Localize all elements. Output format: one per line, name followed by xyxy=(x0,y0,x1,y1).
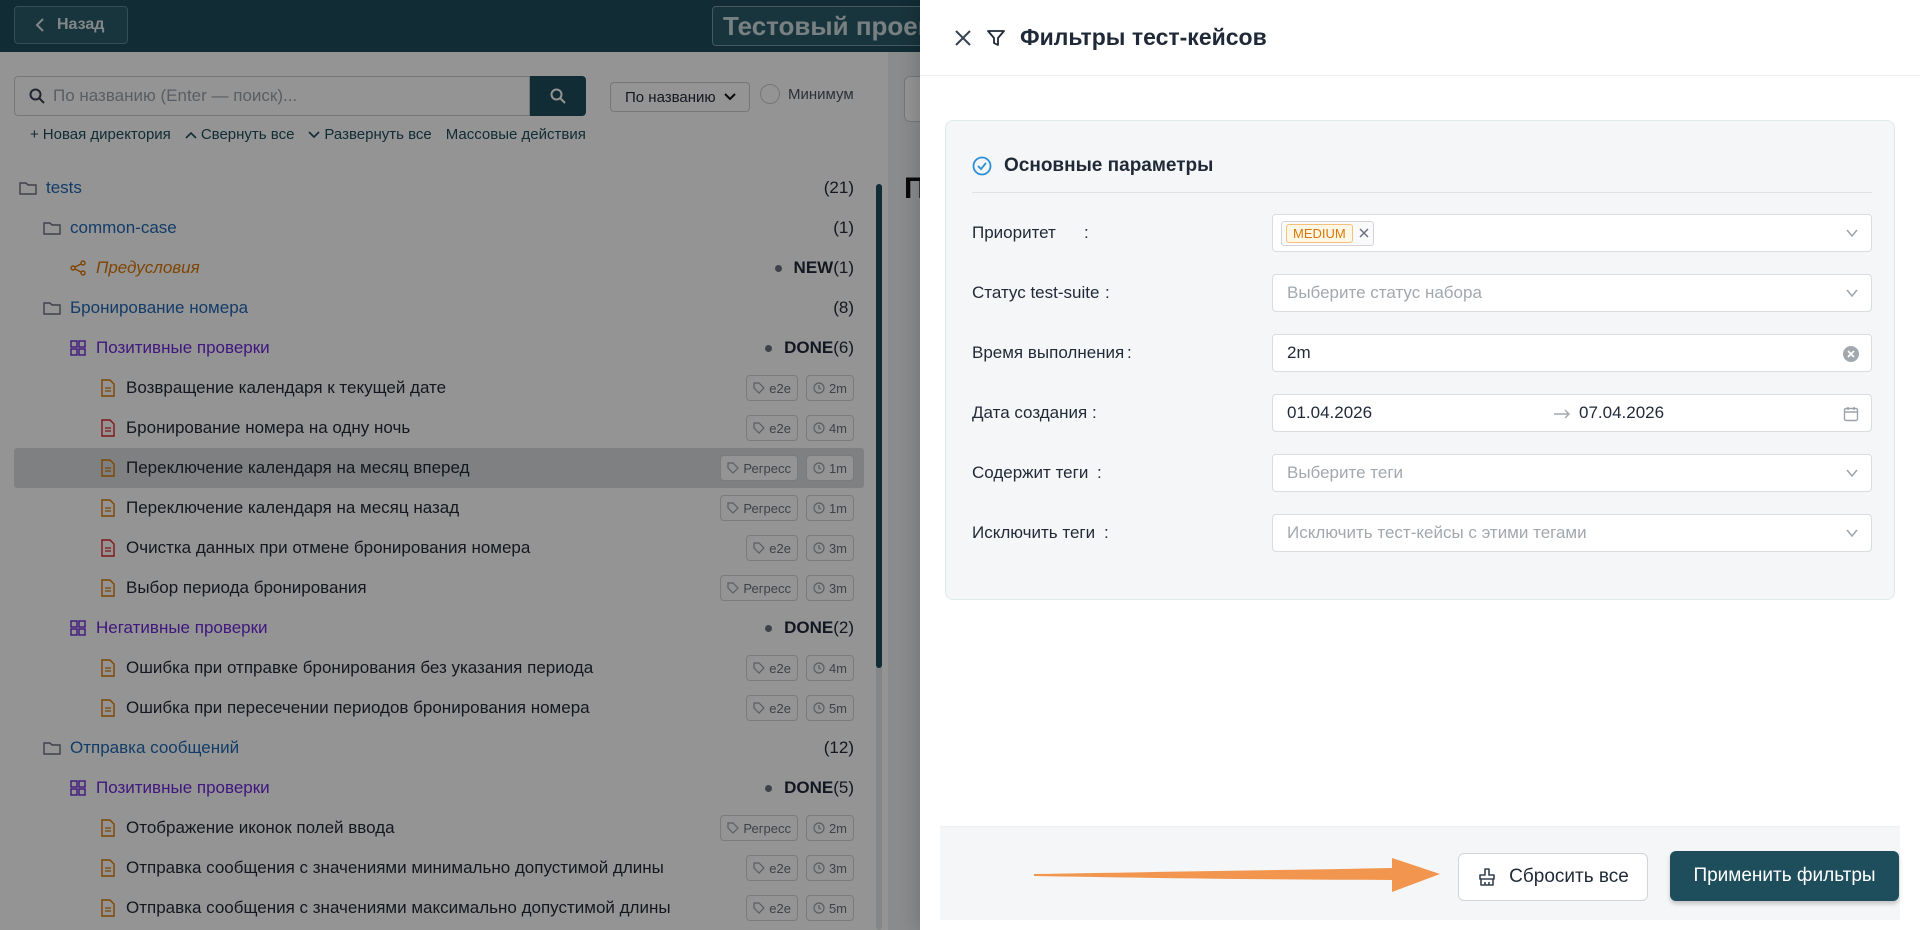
suite-status-label: Статус test-suite xyxy=(972,283,1100,302)
exec-time-colon: : xyxy=(1127,343,1132,362)
suite-status-select[interactable]: Выберите статус набора xyxy=(1272,274,1872,312)
date-from[interactable]: 01.04.2026 xyxy=(1287,403,1372,423)
priority-tag-label: MEDIUM xyxy=(1286,223,1353,243)
chevron-down-icon xyxy=(1846,289,1858,298)
has-tags-row: Содержит теги : Выберите теги xyxy=(972,453,1872,493)
modal-overlay[interactable] xyxy=(0,0,920,930)
drawer-header: Фильтры тест-кейсов xyxy=(920,0,1920,76)
created-date-label: Дата создания xyxy=(972,403,1088,422)
has-tags-label: Содержит теги xyxy=(972,463,1089,482)
suite-status-placeholder: Выберите статус набора xyxy=(1287,283,1482,302)
priority-tag: MEDIUM xyxy=(1281,220,1374,246)
apply-filters-button[interactable]: Применить фильтры xyxy=(1670,851,1899,901)
reset-all-button[interactable]: Сбросить все xyxy=(1458,853,1648,901)
exec-time-value: 2m xyxy=(1287,343,1311,362)
arrow-right-icon xyxy=(1554,409,1570,419)
chevron-down-icon xyxy=(1846,469,1858,478)
filters-drawer: Фильтры тест-кейсов Основные параметры П… xyxy=(920,0,1920,930)
main-params-card: Основные параметры Приоритет : MEDIUM Ст… xyxy=(945,120,1895,600)
exclude-tags-select[interactable]: Исключить тест-кейсы с этими тегами xyxy=(1272,514,1872,552)
test-tree-page: Назад Тестовый проект По названию (Enter… xyxy=(0,0,934,930)
suite-status-colon: : xyxy=(1105,283,1110,302)
check-circle-icon xyxy=(972,156,992,175)
reset-all-label: Сбросить все xyxy=(1509,866,1629,887)
has-tags-colon: : xyxy=(1097,463,1102,482)
exclude-tags-colon: : xyxy=(1104,523,1109,542)
created-date-range[interactable]: 01.04.2026 07.04.2026 xyxy=(1272,394,1872,432)
section-title: Основные параметры xyxy=(1004,154,1214,176)
chevron-down-icon xyxy=(1846,529,1858,538)
clear-icon[interactable] xyxy=(1843,346,1859,362)
priority-select[interactable]: MEDIUM xyxy=(1272,214,1872,252)
section-header: Основные параметры xyxy=(972,151,1872,193)
annotation-arrow xyxy=(1034,858,1440,892)
exec-time-label: Время выполнения xyxy=(972,343,1125,362)
filter-icon xyxy=(987,29,1005,46)
exclude-tags-row: Исключить теги : Исключить тест-кейсы с … xyxy=(972,513,1872,553)
priority-row: Приоритет : MEDIUM xyxy=(972,213,1872,253)
suite-status-row: Статус test-suite : Выберите статус набо… xyxy=(972,273,1872,313)
apply-filters-label: Применить фильтры xyxy=(1693,865,1876,886)
drawer-title: Фильтры тест-кейсов xyxy=(1020,24,1267,50)
exec-time-row: Время выполнения : 2m xyxy=(972,333,1872,373)
priority-label: Приоритет xyxy=(972,223,1056,242)
priority-colon: : xyxy=(1084,223,1089,242)
exec-time-input[interactable]: 2m xyxy=(1272,334,1872,372)
close-icon[interactable] xyxy=(954,29,972,47)
chevron-down-icon xyxy=(1846,229,1858,238)
broom-icon xyxy=(1479,868,1495,886)
has-tags-placeholder: Выберите теги xyxy=(1287,463,1404,482)
created-date-colon: : xyxy=(1092,403,1097,422)
date-to[interactable]: 07.04.2026 xyxy=(1579,403,1664,423)
exclude-tags-label: Исключить теги xyxy=(972,523,1096,542)
tag-remove-icon[interactable] xyxy=(1359,228,1369,238)
created-date-row: Дата создания : 01.04.2026 07.04.2026 xyxy=(972,393,1872,433)
calendar-icon[interactable] xyxy=(1843,406,1859,422)
exclude-tags-placeholder: Исключить тест-кейсы с этими тегами xyxy=(1287,523,1587,542)
has-tags-select[interactable]: Выберите теги xyxy=(1272,454,1872,492)
